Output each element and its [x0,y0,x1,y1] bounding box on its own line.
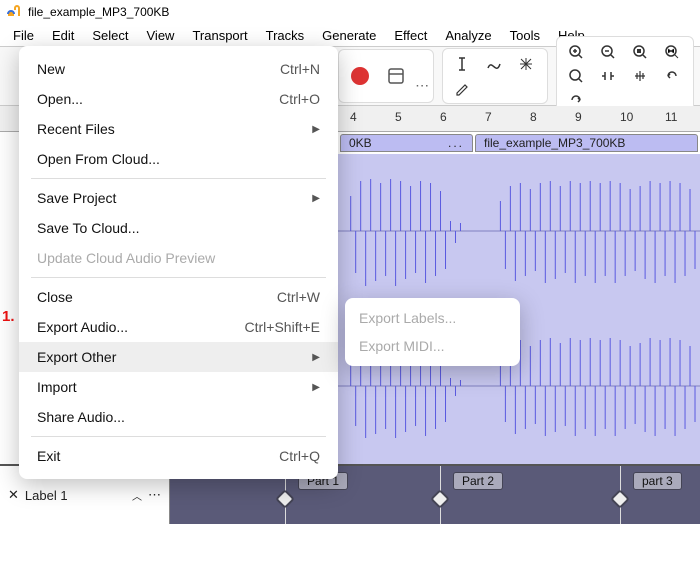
clip-header-left[interactable]: 0KB ... [340,134,473,152]
fit-project-button[interactable] [657,41,687,63]
menu-select[interactable]: Select [83,26,137,45]
menu-analyze[interactable]: Analyze [436,26,500,45]
record-icon [351,67,369,85]
fit-sel-icon [632,44,648,60]
fit-selection-button[interactable] [625,41,655,63]
envelope-tool-button[interactable] [479,53,509,75]
zoom-toggle-icon [568,68,584,84]
menu-item-export-audio[interactable]: Export Audio...Ctrl+Shift+E [19,312,338,342]
menu-view[interactable]: View [138,26,184,45]
zoom-out-button[interactable] [593,41,623,63]
label-pin-icon[interactable] [275,489,295,509]
menu-item-share-audio[interactable]: Share Audio... [19,402,338,432]
title-bar: file_example_MP3_700KB [0,0,700,24]
chevron-up-icon[interactable]: ︿ [132,488,142,503]
envelope-icon [486,56,502,72]
label-tag[interactable]: Part 2 [453,472,503,490]
ibeam-icon [454,56,470,72]
label-pin-icon[interactable] [610,489,630,509]
ruler-tick: 11 [665,110,677,124]
menu-item-export-midi[interactable]: Export MIDI... [345,332,520,360]
label-pin-icon[interactable] [430,489,450,509]
clip-menu-icon[interactable]: ... [448,136,464,150]
ruler-tick: 5 [395,110,402,124]
clip-label-text: 0KB [349,136,372,150]
trim-button[interactable] [593,65,623,87]
zoom-tools [556,36,694,116]
ruler-tick: 9 [575,110,582,124]
more-icon[interactable]: ⋯ [148,487,161,503]
transport-controls: ⋯ [338,49,434,103]
menu-file[interactable]: File [4,26,43,45]
menu-tracks[interactable]: Tracks [257,26,314,45]
annotation-label-1: 1. [2,308,15,325]
menu-item-save-to-cloud[interactable]: Save To Cloud... [19,213,338,243]
clip-header-right[interactable]: file_example_MP3_700KB [475,134,698,152]
menu-item-exit[interactable]: ExitCtrl+Q [19,441,338,471]
export-other-submenu: Export Labels... Export MIDI... [345,298,520,366]
app-icon [6,4,22,20]
menu-item-export-other[interactable]: Export Other▶ [19,342,338,372]
menu-edit[interactable]: Edit [43,26,83,45]
close-icon[interactable]: ✕ [8,487,19,503]
window-title: file_example_MP3_700KB [28,5,169,19]
label-tag[interactable]: part 3 [633,472,682,490]
pencil-icon [454,80,470,96]
trim-icon [600,68,616,84]
loop-button[interactable] [379,54,413,98]
zoom-out-icon [600,44,616,60]
silence-icon [632,68,648,84]
menu-generate[interactable]: Generate [313,26,385,45]
more-transport-button[interactable]: ⋯ [415,54,429,98]
menu-item-recent-files[interactable]: Recent Files▶ [19,114,338,144]
ruler-tick: 8 [530,110,537,124]
menu-item-close[interactable]: CloseCtrl+W [19,282,338,312]
menu-transport[interactable]: Transport [183,26,256,45]
file-menu-dropdown: NewCtrl+N Open...Ctrl+O Recent Files▶ Op… [19,46,338,479]
undo-button[interactable] [657,65,687,87]
draw-tool-button[interactable] [447,77,477,99]
menu-tools[interactable]: Tools [501,26,549,45]
zoom-in-button[interactable] [561,41,591,63]
multi-tool-button[interactable] [511,53,541,75]
menu-item-open-from-cloud[interactable]: Open From Cloud... [19,144,338,174]
zoom-toggle-button[interactable] [561,65,591,87]
menu-item-import[interactable]: Import▶ [19,372,338,402]
menu-item-export-labels[interactable]: Export Labels... [345,304,520,332]
loop-icon [386,66,406,86]
undo-icon [664,68,680,84]
label-track-name: Label 1 [25,488,68,503]
edit-tools [442,48,548,104]
menu-item-update-cloud-preview: Update Cloud Audio Preview [19,243,338,273]
ruler-tick: 6 [440,110,447,124]
zoom-in-icon [568,44,584,60]
silence-button[interactable] [625,65,655,87]
menu-effect[interactable]: Effect [385,26,436,45]
multi-icon [518,56,534,72]
fit-proj-icon [664,44,680,60]
ruler-tick: 7 [485,110,492,124]
menu-item-open[interactable]: Open...Ctrl+O [19,84,338,114]
menu-item-save-project[interactable]: Save Project▶ [19,183,338,213]
ruler-tick: 10 [620,110,633,124]
menu-item-new[interactable]: NewCtrl+N [19,54,338,84]
selection-tool-button[interactable] [447,53,477,75]
clip-label-text: file_example_MP3_700KB [484,136,625,150]
ruler-tick: 4 [350,110,357,124]
record-button[interactable] [343,54,377,98]
